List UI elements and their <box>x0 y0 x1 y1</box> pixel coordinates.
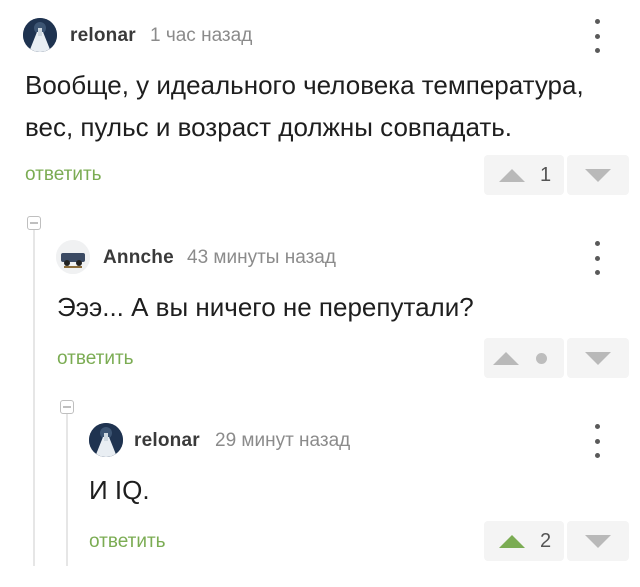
triangle-up-icon[interactable] <box>499 535 525 548</box>
comment-text: Эээ... А вы ничего не перепутали? <box>57 286 474 328</box>
minus-square-icon[interactable] <box>27 216 41 230</box>
comment-text: И IQ. <box>89 469 150 511</box>
more-vertical-icon[interactable] <box>587 19 607 53</box>
vote-count: 1 <box>540 164 552 186</box>
triangle-down-icon <box>585 535 611 548</box>
comment-text-line: Эээ... А вы ничего не перепутали? <box>57 292 474 322</box>
comment-timestamp: 43 минуты назад <box>187 247 336 268</box>
upvote-box: 1 <box>484 155 564 195</box>
downvote-button[interactable] <box>567 155 629 195</box>
upvote-box <box>484 338 564 378</box>
triangle-down-icon <box>585 169 611 182</box>
avatar-image-icon <box>23 18 57 52</box>
downvote-button[interactable] <box>567 521 629 561</box>
more-vertical-icon[interactable] <box>587 424 607 458</box>
avatar-relonar[interactable] <box>23 18 57 52</box>
upvote-box: 2 <box>484 521 564 561</box>
avatar-image-icon <box>56 240 90 274</box>
triangle-up-icon[interactable] <box>499 169 525 182</box>
comment-text-line: Вообще, у идеального человека температур… <box>25 70 584 100</box>
reply-button[interactable]: ответить <box>89 531 166 553</box>
avatar-relonar[interactable] <box>89 423 123 457</box>
vote-count: 2 <box>540 530 552 552</box>
comment-text-line: И IQ. <box>89 475 150 505</box>
minus-square-icon[interactable] <box>60 400 74 414</box>
comment-text: Вообще, у идеального человека температур… <box>25 64 584 148</box>
comment-author[interactable]: relonar <box>70 25 136 47</box>
more-vertical-icon[interactable] <box>587 241 607 275</box>
comment-text-line: вес, пульс и возраст должны совпадать. <box>25 112 513 142</box>
comment-timestamp: 29 минут назад <box>215 430 351 451</box>
comment-author[interactable]: relonar <box>134 430 200 452</box>
downvote-button[interactable] <box>567 338 629 378</box>
thread-line-level-2 <box>66 413 68 566</box>
reply-button[interactable]: ответить <box>57 348 134 370</box>
thread-line-level-1 <box>33 230 35 566</box>
comment-author[interactable]: Annche <box>103 247 174 269</box>
comment-timestamp: 1 час назад <box>150 25 253 46</box>
reply-button[interactable]: ответить <box>25 164 102 186</box>
triangle-down-icon <box>585 352 611 365</box>
avatar-image-icon <box>89 423 123 457</box>
triangle-up-icon[interactable] <box>493 352 519 365</box>
avatar-annche[interactable] <box>56 240 90 274</box>
hidden-rating-dot <box>536 353 547 364</box>
